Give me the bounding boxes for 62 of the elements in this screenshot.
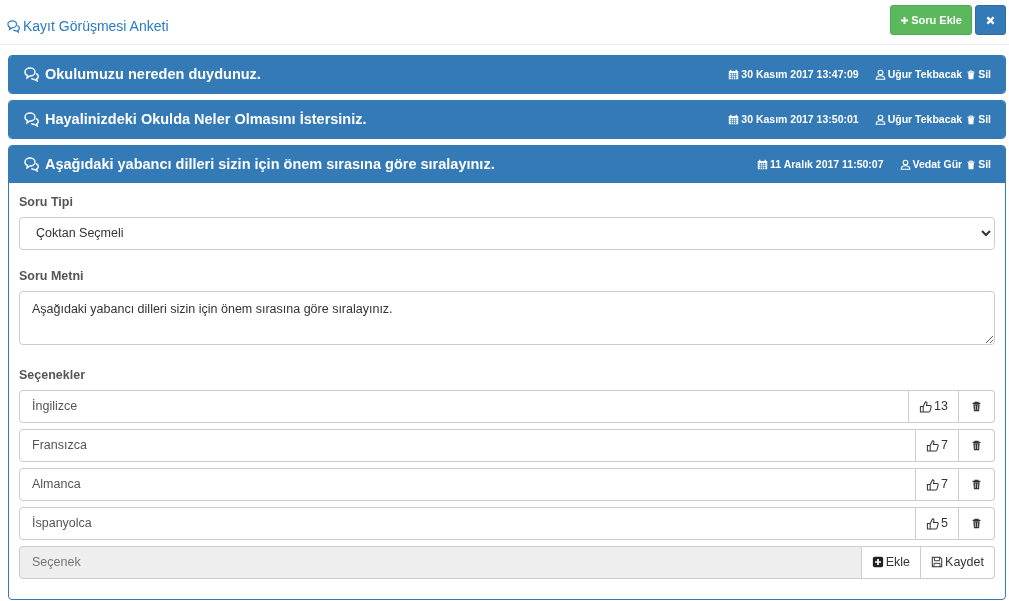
delete-option-button[interactable] (959, 467, 995, 501)
delete-option-button[interactable] (959, 506, 995, 540)
trash-icon (966, 114, 977, 125)
trash-icon (971, 439, 982, 451)
user-icon (874, 114, 886, 125)
new-option-field[interactable]: Seçenek (19, 545, 862, 579)
option-field[interactable]: Fransızca (19, 428, 917, 462)
thumbs-up-icon (926, 438, 940, 452)
chat-bubbles-icon (7, 19, 20, 33)
calendar-icon (728, 69, 740, 80)
close-icon (986, 15, 995, 25)
author-name: Uğur Tekbacak (887, 111, 963, 127)
calendar-icon (757, 159, 769, 170)
trash-icon (971, 400, 982, 412)
question-title: Okulumuzu nereden duydunuz. (45, 64, 261, 84)
add-option-button[interactable]: Ekle (861, 545, 922, 579)
chat-bubbles-icon (24, 67, 39, 82)
user-icon (899, 159, 911, 170)
vote-count-button[interactable]: 7 (916, 467, 959, 501)
vote-count-button[interactable]: 7 (916, 428, 959, 462)
delete-link[interactable]: Sil (966, 66, 991, 83)
chat-bubbles-icon (24, 112, 39, 127)
option-field[interactable]: Almanca (19, 467, 917, 501)
question-date: 30 Kasım 2017 13:50:01 (741, 111, 859, 127)
delete-option-button[interactable] (959, 428, 995, 462)
close-button[interactable] (975, 5, 1006, 35)
thumbs-up-icon (926, 477, 940, 491)
plus-icon (900, 15, 910, 25)
question-text-field[interactable]: Aşağıdaki yabancı dilleri sizin için önem sırasına göre sıralayınız. (19, 290, 995, 345)
survey-title: Kayıt Görüşmesi Anketi (23, 16, 169, 36)
question-type-select[interactable]: Çoktan Seçmeli (19, 216, 995, 250)
field-label: Soru Tipi (19, 194, 74, 211)
field-label: Soru Metni (19, 267, 85, 285)
field-label: Seçenekler (19, 367, 87, 384)
delete-option-button[interactable] (959, 389, 995, 423)
vote-count-button[interactable]: 5 (916, 506, 959, 540)
calendar-icon (728, 114, 740, 125)
trash-icon (966, 69, 977, 80)
thumbs-up-icon (919, 399, 933, 413)
question-header[interactable]: Aşağıdaki yabancı dilleri sizin için önem sırasına göre sıralayınız. 11 Aralık 2017 11:50:07 Vedat Gür Sil (9, 146, 1005, 183)
vote-count-button[interactable]: 13 (909, 389, 959, 423)
question-header[interactable]: Hayalinizdeki Okulda Neler Olmasını İstersiniz. 30 Kasım 2017 13:50:01 Uğur Tekbacak Sil (9, 101, 1005, 138)
trash-icon (971, 517, 982, 529)
user-icon (874, 69, 886, 80)
question-date: 30 Kasım 2017 13:47:09 (741, 66, 859, 82)
save-button[interactable]: Kaydet (921, 545, 995, 579)
plus-square-icon (871, 556, 884, 569)
question-title: Hayalinizdeki Okulda Neler Olmasını İstersiniz. (45, 109, 367, 129)
question-title: Aşağıdaki yabancı dilleri sizin için önem sırasına göre sıralayınız. (45, 154, 495, 174)
author-name: Vedat Gür (912, 156, 963, 172)
thumbs-up-icon (926, 516, 940, 530)
trash-icon (966, 159, 977, 170)
option-field[interactable]: İspanyolca (19, 506, 917, 540)
delete-link[interactable]: Sil (966, 111, 991, 128)
delete-link[interactable]: Sil (966, 156, 991, 173)
question-date: 11 Aralık 2017 11:50:07 (770, 156, 884, 172)
floppy-disk-icon (931, 556, 944, 569)
option-field[interactable]: İngilizce (19, 389, 910, 423)
question-header[interactable]: Okulumuzu nereden duydunuz. 30 Kasım 2017 13:47:09 Uğur Tekbacak Sil (9, 56, 1005, 93)
trash-icon (971, 478, 982, 490)
chat-bubbles-icon (24, 157, 39, 172)
author-name: Uğur Tekbacak (887, 66, 963, 82)
